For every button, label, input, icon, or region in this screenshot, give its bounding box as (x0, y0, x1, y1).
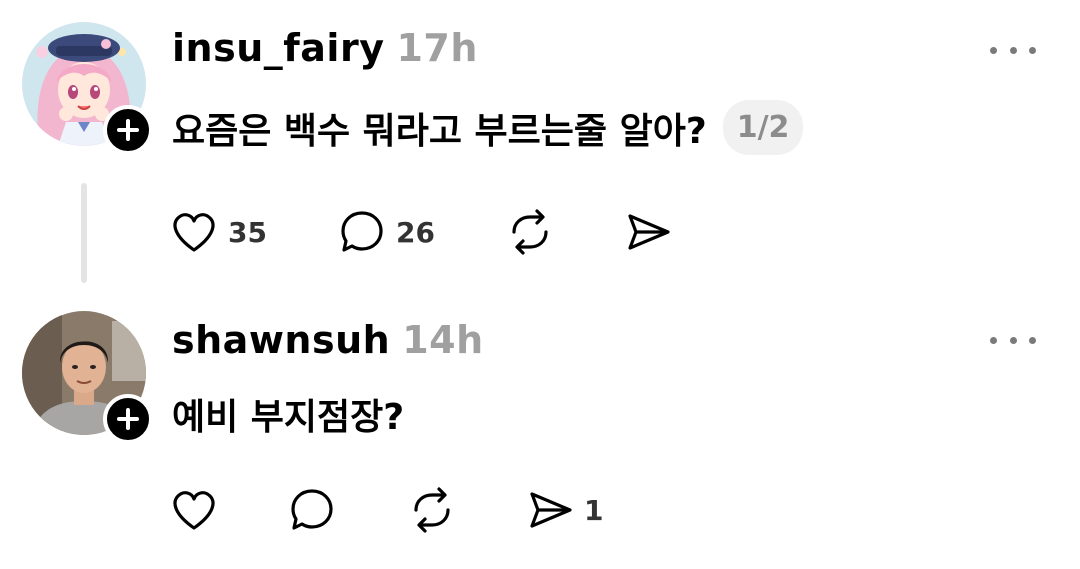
username[interactable]: insu_fairy (172, 26, 384, 70)
heart-icon (173, 213, 215, 252)
more-options-button[interactable] (990, 330, 1036, 350)
username[interactable]: shawnsuh (172, 318, 390, 362)
follow-button[interactable] (103, 394, 153, 444)
post-header: insu_fairy 17h (172, 26, 478, 70)
more-dot (1009, 336, 1017, 344)
page-indicator[interactable]: 1/2 (722, 100, 804, 155)
like-button[interactable] (168, 483, 228, 537)
more-dot (1029, 336, 1036, 344)
comment-button[interactable]: 26 (336, 205, 435, 259)
plus-icon (117, 119, 139, 141)
post-body: 예비 부지점장? (172, 388, 404, 440)
speech-bubble-icon (291, 489, 333, 530)
more-dot (1009, 46, 1017, 54)
more-dots-icon (990, 336, 997, 344)
post-body: 요즘은 백수 뭐라고 부르는줄 알아? 1/2 (172, 100, 804, 155)
repost-icon (414, 487, 450, 533)
more-dots-icon (990, 46, 997, 54)
send-icon (530, 492, 572, 528)
heart-icon (173, 491, 215, 530)
send-icon (628, 214, 670, 250)
post-text: 요즘은 백수 뭐라고 부르는줄 알아? (172, 110, 707, 152)
comment-button[interactable] (286, 483, 346, 537)
timestamp[interactable]: 14h (402, 318, 483, 362)
like-count: 35 (228, 215, 267, 249)
repost-icon (512, 209, 548, 255)
share-count: 1 (584, 493, 604, 527)
thread-connector-line (81, 183, 87, 283)
more-dot (1029, 46, 1036, 54)
repost-button[interactable] (504, 205, 556, 259)
follow-button[interactable] (103, 105, 153, 155)
post-header: shawnsuh 14h (172, 318, 484, 362)
thread-post: shawnsuh 14h 예비 부지점장? 1 (0, 300, 1080, 569)
comment-count: 26 (396, 215, 435, 249)
timestamp[interactable]: 17h (396, 26, 477, 70)
speech-bubble-icon (341, 211, 383, 252)
repost-button[interactable] (406, 483, 458, 537)
post-text: 예비 부지점장? (172, 397, 405, 438)
plus-icon (117, 408, 139, 430)
more-options-button[interactable] (990, 40, 1036, 60)
like-button[interactable]: 35 (168, 205, 267, 259)
share-button[interactable] (622, 205, 674, 259)
share-button[interactable]: 1 (524, 483, 603, 537)
thread-post: insu_fairy 17h 요즘은 백수 뭐라고 부르는줄 알아? 1/2 35… (0, 0, 1080, 300)
